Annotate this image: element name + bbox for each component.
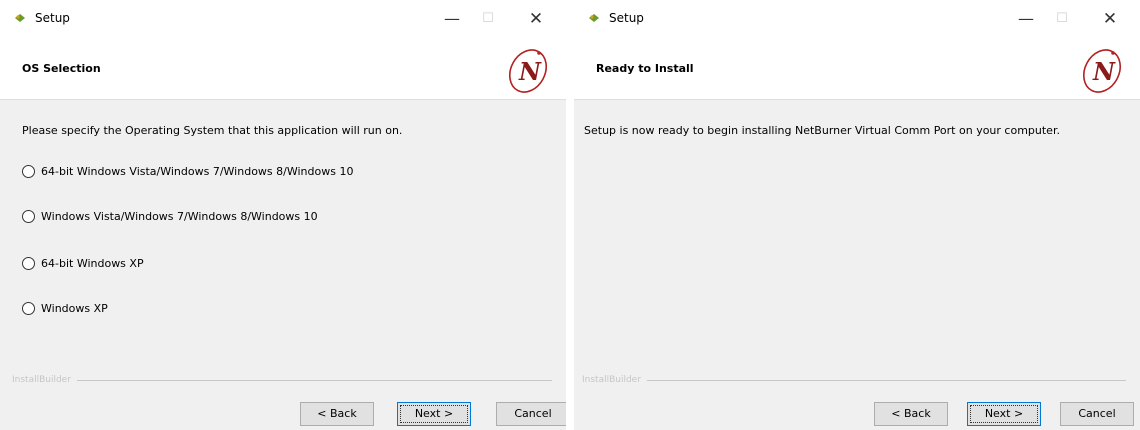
radio-label: 64-bit Windows Vista/Windows 7/Windows 8… bbox=[41, 165, 354, 178]
window-title: Setup bbox=[35, 11, 70, 25]
ready-message: Setup is now ready to begin installing N… bbox=[584, 124, 1060, 137]
window-title: Setup bbox=[609, 11, 644, 25]
close-button[interactable]: ✕ bbox=[518, 4, 554, 34]
brand-divider: InstallBuilder bbox=[582, 374, 1126, 386]
next-button[interactable]: Next > bbox=[397, 402, 471, 426]
os-option-64bit-xp[interactable]: 64-bit Windows XP bbox=[22, 257, 144, 270]
installbuilder-brand: InstallBuilder bbox=[582, 375, 641, 385]
os-option-64bit-vista-10[interactable]: 64-bit Windows Vista/Windows 7/Windows 8… bbox=[22, 165, 353, 178]
radio-button[interactable] bbox=[22, 257, 35, 270]
setup-window-os-selection: Setup — ☐ ✕ OS Selection N Please specif… bbox=[0, 0, 566, 430]
logo-letter: N bbox=[1092, 57, 1116, 86]
app-icon bbox=[589, 14, 599, 22]
logo-letter: N bbox=[518, 57, 542, 86]
maximize-button: ☐ bbox=[1056, 11, 1068, 26]
installbuilder-brand: InstallBuilder bbox=[12, 375, 71, 385]
minimize-button[interactable]: — bbox=[1008, 4, 1044, 34]
page-header: Ready to Install N bbox=[574, 40, 1140, 100]
maximize-button: ☐ bbox=[482, 11, 494, 26]
page-title: OS Selection bbox=[22, 62, 101, 75]
radio-button[interactable] bbox=[22, 165, 35, 178]
os-prompt-text: Please specify the Operating System that… bbox=[22, 124, 403, 137]
minimize-button[interactable]: — bbox=[434, 4, 470, 34]
close-button[interactable]: ✕ bbox=[1092, 4, 1128, 34]
os-option-vista-10[interactable]: Windows Vista/Windows 7/Windows 8/Window… bbox=[22, 210, 318, 223]
netburner-logo-icon: N bbox=[1082, 49, 1122, 93]
next-button[interactable]: Next > bbox=[967, 402, 1041, 426]
brand-divider: InstallBuilder bbox=[12, 374, 552, 386]
setup-window-ready-to-install: Setup — ☐ ✕ Ready to Install N Setup is … bbox=[574, 0, 1140, 430]
divider-line bbox=[646, 379, 1126, 381]
netburner-logo-icon: N bbox=[508, 49, 548, 93]
cancel-button[interactable]: Cancel bbox=[496, 402, 566, 426]
title-bar[interactable]: Setup — ☐ ✕ bbox=[574, 0, 1140, 40]
page-title: Ready to Install bbox=[596, 62, 694, 75]
content-area: Please specify the Operating System that… bbox=[22, 124, 550, 137]
divider-line bbox=[76, 379, 552, 381]
os-option-xp[interactable]: Windows XP bbox=[22, 302, 108, 315]
radio-button[interactable] bbox=[22, 210, 35, 223]
back-button[interactable]: < Back bbox=[300, 402, 374, 426]
radio-label: Windows XP bbox=[41, 302, 108, 315]
content-area: Setup is now ready to begin installing N… bbox=[584, 124, 1124, 137]
radio-label: Windows Vista/Windows 7/Windows 8/Window… bbox=[41, 210, 318, 223]
back-button[interactable]: < Back bbox=[874, 402, 948, 426]
title-bar[interactable]: Setup — ☐ ✕ bbox=[0, 0, 566, 40]
page-header: OS Selection N bbox=[0, 40, 566, 100]
radio-button[interactable] bbox=[22, 302, 35, 315]
radio-label: 64-bit Windows XP bbox=[41, 257, 144, 270]
app-icon bbox=[15, 14, 25, 22]
cancel-button[interactable]: Cancel bbox=[1060, 402, 1134, 426]
